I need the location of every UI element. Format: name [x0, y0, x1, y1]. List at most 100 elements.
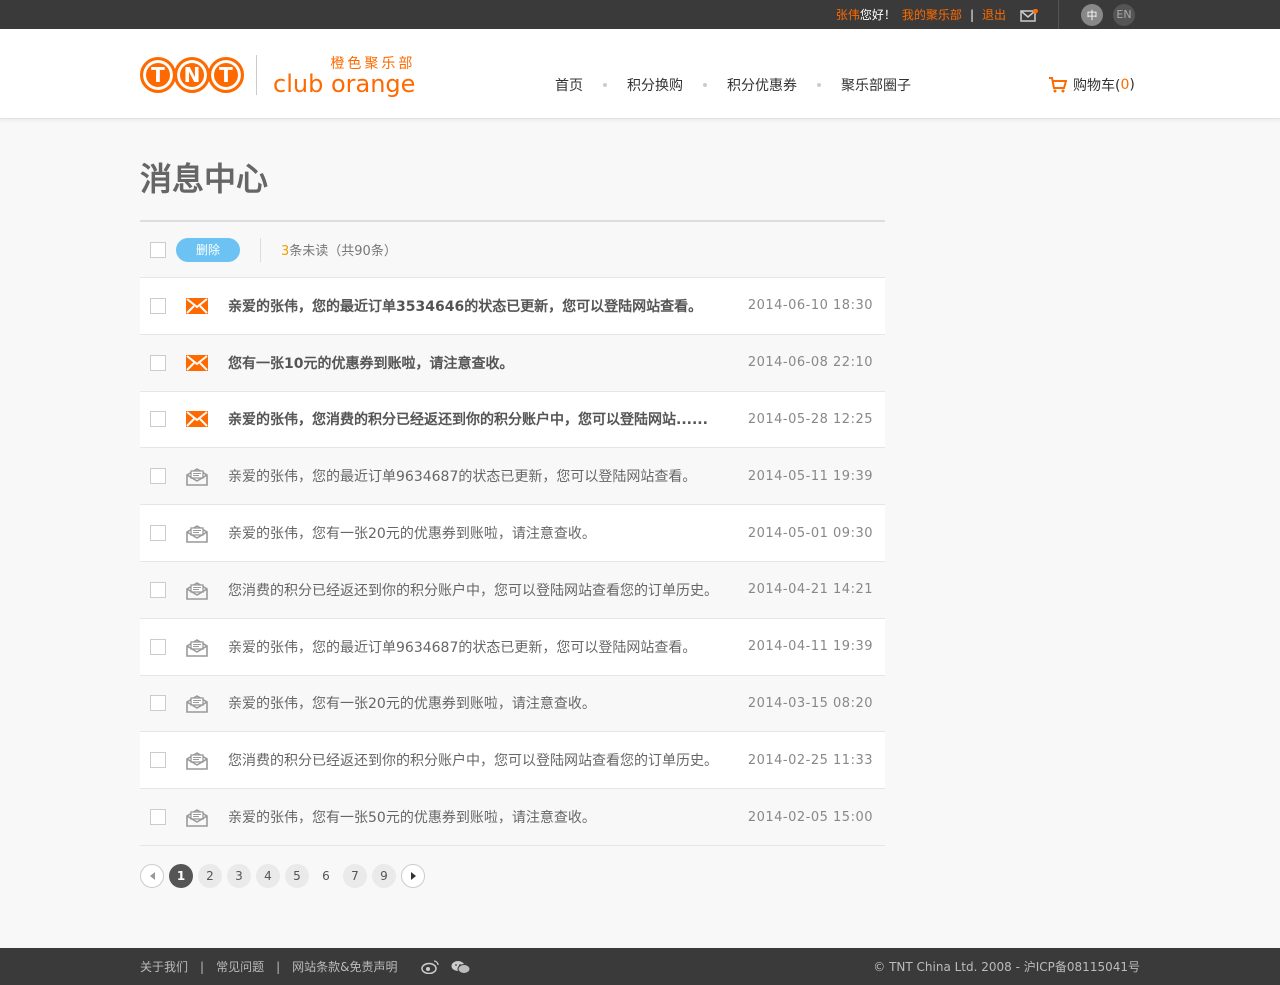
message-checkbox[interactable] — [150, 411, 166, 428]
message-checkbox[interactable] — [150, 581, 166, 598]
pagination: 12345679 — [140, 864, 430, 888]
page-button[interactable]: 6 — [314, 864, 338, 888]
page-button[interactable]: 5 — [285, 864, 309, 888]
message-text[interactable]: 您消费的积分已经返还到你的积分账户中，您可以登陆网站查看您的订单历史。 — [228, 750, 735, 770]
lang-cn-button[interactable]: 中 — [1081, 3, 1103, 26]
select-all-checkbox[interactable] — [150, 241, 166, 258]
mail-unread-icon — [186, 354, 208, 371]
tnt-letter: N — [174, 56, 210, 93]
message-text[interactable]: 亲爱的张伟，您有一张20元的优惠券到账啦，请注意查收。 — [228, 693, 735, 713]
message-row[interactable]: 您消费的积分已经返还到你的积分账户中，您可以登陆网站查看您的订单历史。 2014-… — [140, 561, 885, 619]
message-row[interactable]: 亲爱的张伟，您的最近订单3534646的状态已更新，您可以登陆网站查看。 2014… — [140, 278, 885, 335]
message-row[interactable]: 亲爱的张伟，您有一张50元的优惠券到账啦，请注意查收。 2014-02-05 15… — [140, 789, 885, 846]
message-list: 删除 3条未读（共90条） 亲爱的张伟，您的最近订单3534646的状态已更新，… — [140, 220, 885, 846]
site-footer: 关于我们 | 常见问题 | 网站条款&免责声明 © TNT China Ltd.… — [0, 948, 1280, 985]
message-time: 2014-04-21 14:21 — [747, 582, 873, 598]
message-text[interactable]: 亲爱的张伟，您有一张20元的优惠券到账啦，请注意查收。 — [228, 523, 735, 543]
message-text[interactable]: 亲爱的张伟，您消费的积分已经返还到你的积分账户中，您可以登陆网站...... — [228, 409, 735, 429]
footer-separator: | — [276, 959, 281, 974]
tnt-letter: T — [208, 56, 244, 93]
toolbar-divider — [260, 237, 261, 262]
message-row[interactable]: 亲爱的张伟，您有一张20元的优惠券到账啦，请注意查收。 2014-03-15 08… — [140, 675, 885, 733]
copyright: © TNT China Ltd. 2008 - 沪ICP备08115041号 — [873, 960, 1140, 974]
lang-en-button[interactable]: EN — [1113, 3, 1135, 26]
message-text[interactable]: 亲爱的张伟，您的最近订单9634687的状态已更新，您可以登陆网站查看。 — [228, 637, 735, 657]
page-button[interactable]: 4 — [256, 864, 280, 888]
cart-count: 0 — [1120, 77, 1130, 93]
message-time: 2014-05-11 19:39 — [747, 468, 873, 484]
page-button[interactable]: 7 — [343, 864, 367, 888]
cart-label: 购物车( — [1073, 78, 1121, 94]
cart-link[interactable]: 购物车(0) — [1049, 75, 1135, 95]
message-checkbox[interactable] — [150, 638, 166, 655]
footer-link-about[interactable]: 关于我们 — [140, 958, 188, 975]
nav-points-exchange[interactable]: 积分换购 — [627, 75, 683, 95]
arrow-right-icon — [410, 872, 416, 880]
nav-club-circle[interactable]: 聚乐部圈子 — [841, 75, 911, 95]
mail-read-icon — [186, 638, 208, 657]
main-nav: 首页 积分换购 积分优惠券 聚乐部圈子 — [555, 75, 911, 95]
footer-link-terms[interactable]: 网站条款&免责声明 — [292, 958, 397, 975]
message-checkbox[interactable] — [150, 695, 166, 712]
logo[interactable]: T N T 橙色聚乐部 club orange — [140, 53, 415, 96]
top-bar-user-area: 张伟 您好！ 我的聚乐部 | 退出 中 EN — [836, 0, 1135, 29]
page-numbers: 12345679 — [169, 864, 401, 888]
logout-link[interactable]: 退出 — [982, 6, 1006, 23]
user-name-link[interactable]: 张伟 — [836, 6, 860, 23]
club-en-text: club orange — [273, 70, 416, 98]
message-text[interactable]: 您有一张10元的优惠券到账啦，请注意查收。 — [228, 353, 735, 373]
message-text[interactable]: 亲爱的张伟，您的最近订单9634687的状态已更新，您可以登陆网站查看。 — [228, 466, 735, 486]
message-checkbox[interactable] — [150, 809, 166, 826]
message-time: 2014-06-10 18:30 — [747, 298, 873, 314]
page-button[interactable]: 3 — [227, 864, 251, 888]
nav-dot — [603, 83, 607, 87]
page-button[interactable]: 2 — [198, 864, 222, 888]
page-button[interactable]: 9 — [372, 864, 396, 888]
message-time: 2014-02-25 11:33 — [747, 752, 873, 768]
arrow-left-icon — [149, 872, 155, 880]
nav-dot — [817, 83, 821, 87]
message-toolbar: 删除 3条未读（共90条） — [140, 222, 885, 278]
weibo-icon[interactable] — [421, 959, 440, 974]
mail-read-icon — [186, 752, 208, 771]
logo-divider — [256, 54, 257, 95]
page-title: 消息中心 — [140, 160, 269, 198]
prev-page-button[interactable] — [140, 864, 164, 888]
footer-link-faq[interactable]: 常见问题 — [216, 958, 264, 975]
tnt-letter: T — [140, 56, 176, 93]
message-rows: 亲爱的张伟，您的最近订单3534646的状态已更新，您可以登陆网站查看。 2014… — [140, 278, 885, 846]
mail-notify-icon[interactable] — [1020, 8, 1038, 22]
cart-icon — [1049, 77, 1068, 93]
message-row[interactable]: 亲爱的张伟，您的最近订单9634687的状态已更新，您可以登陆网站查看。 2014… — [140, 618, 885, 676]
message-checkbox[interactable] — [150, 752, 166, 769]
mail-read-icon — [186, 695, 208, 714]
message-checkbox[interactable] — [150, 525, 166, 542]
message-time: 2014-02-05 15:00 — [747, 809, 873, 825]
message-checkbox[interactable] — [150, 297, 166, 314]
footer-links: 关于我们 | 常见问题 | 网站条款&免责声明 — [140, 948, 481, 985]
message-row[interactable]: 亲爱的张伟，您消费的积分已经返还到你的积分账户中，您可以登陆网站...... 20… — [140, 391, 885, 449]
nav-home[interactable]: 首页 — [555, 75, 583, 95]
my-club-link[interactable]: 我的聚乐部 — [902, 6, 962, 23]
next-page-button[interactable] — [401, 864, 425, 888]
message-row[interactable]: 亲爱的张伟，您有一张20元的优惠券到账啦，请注意查收。 2014-05-01 09… — [140, 505, 885, 562]
message-text[interactable]: 亲爱的张伟，您的最近订单3534646的状态已更新，您可以登陆网站查看。 — [228, 296, 735, 316]
mail-unread-icon — [186, 411, 208, 428]
message-row[interactable]: 您有一张10元的优惠券到账啦，请注意查收。 2014-06-08 22:10 — [140, 334, 885, 392]
site-header: T N T 橙色聚乐部 club orange 首页 积分换购 积分优惠券 聚乐… — [0, 29, 1280, 119]
message-checkbox[interactable] — [150, 354, 166, 371]
unread-text: 条未读（共90条） — [289, 244, 397, 259]
nav-points-coupon[interactable]: 积分优惠券 — [727, 75, 797, 95]
message-time: 2014-03-15 08:20 — [747, 695, 873, 711]
message-checkbox[interactable] — [150, 468, 166, 485]
delete-button[interactable]: 删除 — [176, 237, 240, 262]
greeting-text: 您好！ — [859, 8, 896, 22]
message-row[interactable]: 您消费的积分已经返还到你的积分账户中，您可以登陆网站查看您的订单历史。 2014-… — [140, 732, 885, 790]
page-button[interactable]: 1 — [169, 864, 193, 888]
top-separator: | — [969, 7, 974, 22]
message-text[interactable]: 您消费的积分已经返还到你的积分账户中，您可以登陆网站查看您的订单历史。 — [228, 580, 735, 600]
message-text[interactable]: 亲爱的张伟，您有一张50元的优惠券到账啦，请注意查收。 — [228, 807, 735, 827]
club-orange-logo: 橙色聚乐部 club orange — [273, 53, 415, 96]
message-row[interactable]: 亲爱的张伟，您的最近订单9634687的状态已更新，您可以登陆网站查看。 2014… — [140, 448, 885, 506]
wechat-icon[interactable] — [451, 960, 471, 974]
